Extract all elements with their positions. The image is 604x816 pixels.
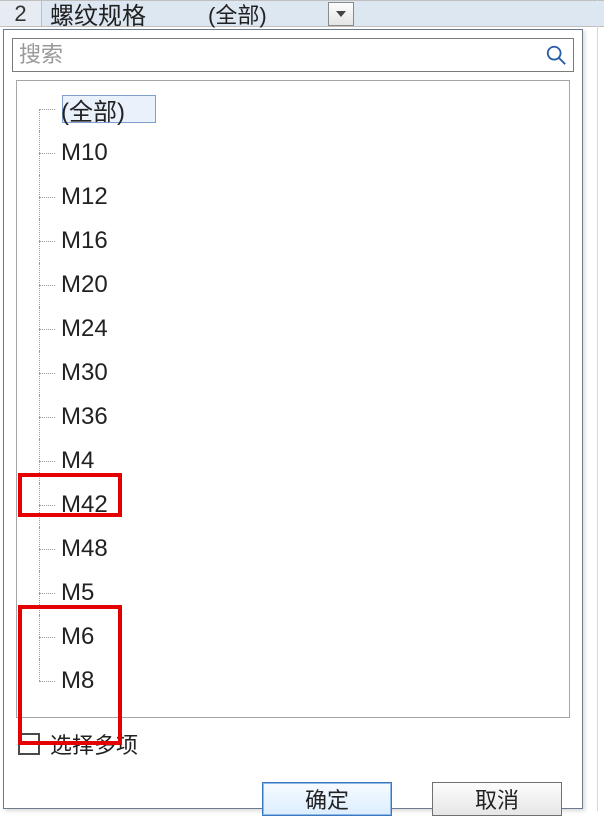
filter-dropdown-panel: (全部)M10M12M16M20M24M30M36M4M42M48M5M6M8 … (3, 29, 583, 809)
tree-item-label: M6 (61, 623, 94, 651)
tree-item-m20[interactable]: M20 (27, 263, 565, 307)
filter-field-cell[interactable]: 螺纹规格 (全部) (42, 1, 604, 26)
tree-item-label: M12 (61, 183, 108, 211)
multi-select-label: 选择多项 (50, 728, 138, 760)
row-number-cell[interactable]: 2 (0, 1, 42, 26)
tree-item-m42[interactable]: M42 (27, 483, 565, 527)
search-box (12, 38, 574, 72)
multi-select-row: 选择多项 (4, 718, 582, 764)
tree-item-m48[interactable]: M48 (27, 527, 565, 571)
tree-item-label: M20 (61, 271, 108, 299)
tree-item-m5[interactable]: M5 (27, 571, 565, 615)
filter-header-row: 2 螺纹规格 (全部) (0, 0, 604, 27)
tree-item-m8[interactable]: M8 (27, 659, 565, 703)
tree-item-label: M16 (61, 227, 108, 255)
search-input[interactable] (19, 39, 545, 71)
chevron-down-icon (336, 11, 346, 17)
filter-field-name: 螺纹规格 (50, 0, 146, 31)
tree-item-m6[interactable]: M6 (27, 615, 565, 659)
tree-item-label: M5 (61, 579, 94, 607)
filter-field-value: (全部) (208, 0, 267, 30)
tree-item-label: M24 (61, 315, 108, 343)
dropdown-toggle-button[interactable] (328, 2, 354, 26)
tree-item-label: M4 (61, 447, 94, 475)
tree-item-label: M36 (61, 403, 108, 431)
tree-item-label: M30 (61, 359, 108, 387)
search-icon[interactable] (545, 44, 567, 66)
tree-item-全部[interactable]: (全部) (27, 87, 565, 131)
tree-item-label: (全部) (61, 92, 125, 127)
tree-item-m30[interactable]: M30 (27, 351, 565, 395)
spreadsheet-gridline (597, 0, 598, 811)
filter-tree: (全部) M10 M12 M16 M20 M24 M30 M36 M4 M42 M48 M5 M6 M8 (27, 87, 565, 703)
tree-item-label: M8 (61, 667, 94, 695)
tree-item-label: M42 (61, 491, 108, 519)
tree-item-m12[interactable]: M12 (27, 175, 565, 219)
multi-select-checkbox[interactable] (18, 733, 40, 755)
tree-item-m36[interactable]: M36 (27, 395, 565, 439)
tree-item-label: M10 (61, 139, 108, 167)
tree-item-m4[interactable]: M4 (27, 439, 565, 483)
dialog-button-row: 确定 取消 (4, 764, 582, 808)
tree-item-label: M48 (61, 535, 108, 563)
tree-item-m10[interactable]: M10 (27, 131, 565, 175)
tree-item-m16[interactable]: M16 (27, 219, 565, 263)
filter-tree-area: (全部) M10 M12 M16 M20 M24 M30 M36 M4 M42 M48 M5 M6 M8 (16, 80, 570, 718)
tree-item-m24[interactable]: M24 (27, 307, 565, 351)
